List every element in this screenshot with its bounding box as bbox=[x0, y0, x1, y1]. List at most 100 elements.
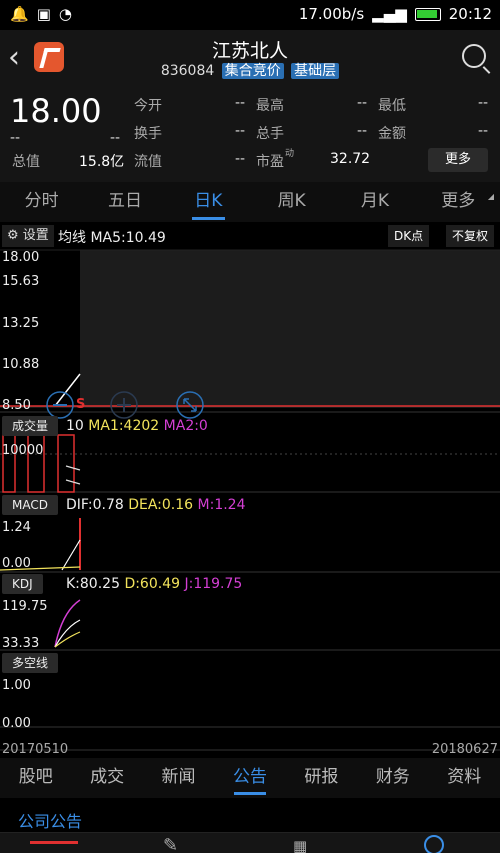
no-adjust-button[interactable]: 不复权 bbox=[446, 225, 495, 247]
status-bar: 🔔 ▣ ◔ 17.00b/s ▂▄▆ 20:12 bbox=[0, 0, 500, 30]
macd-legend: DIF:0.78 DEA:0.16 M:1.24 bbox=[66, 497, 246, 513]
volume-ma2: MA2:0 bbox=[163, 418, 208, 434]
dkx-tick: 1.00 bbox=[2, 678, 31, 693]
dkx-indicator-button[interactable]: 多空线 bbox=[2, 653, 59, 673]
clock: 20:12 bbox=[448, 5, 492, 23]
tab-finance[interactable]: 财务 bbox=[357, 758, 428, 798]
kdj-tick: 119.75 bbox=[2, 599, 48, 614]
dif-line bbox=[61, 539, 81, 571]
date-end: 20180627 bbox=[431, 742, 498, 757]
kdj-j: J:119.75 bbox=[184, 576, 243, 592]
tab-monthly-k[interactable]: 月K bbox=[333, 182, 416, 222]
chart-canvas bbox=[0, 249, 500, 751]
turnover-value: -- bbox=[235, 123, 246, 139]
volume-ma1: MA1:4202 bbox=[88, 418, 160, 434]
macd-dea: DEA:0.16 bbox=[128, 497, 194, 513]
low-label: 最低 bbox=[378, 98, 406, 114]
quote-panel: 18.00 -- -- 今开 -- 最高 -- 最低 -- 换手 -- 总手 -… bbox=[0, 86, 500, 182]
volume-value: -- bbox=[357, 123, 368, 139]
amount-label: 金额 bbox=[378, 126, 406, 142]
volume-ma-line bbox=[65, 465, 81, 485]
kdj-legend: K:80.25 D:60.49 J:119.75 bbox=[66, 576, 242, 592]
macd-tick: 0.00 bbox=[2, 556, 31, 571]
tab-announcements[interactable]: 公告 bbox=[214, 758, 285, 798]
kdj-indicator-button[interactable]: KDJ bbox=[2, 574, 43, 594]
price-tick: 8.50 bbox=[2, 398, 31, 413]
current-price: 18.00 bbox=[10, 92, 102, 130]
tab-trades[interactable]: 成交 bbox=[71, 758, 142, 798]
open-label: 今开 bbox=[134, 98, 162, 114]
dkx-tick: 0.00 bbox=[2, 716, 31, 731]
volume-bar bbox=[57, 434, 75, 493]
battery-icon bbox=[414, 7, 441, 21]
stock-header: ‹ 江苏北人 836084 集合竞价 基础层 bbox=[0, 30, 500, 86]
pe-value: 32.72 bbox=[330, 151, 371, 167]
tab-five-day[interactable]: 五日 bbox=[83, 182, 166, 222]
tab-daily-k[interactable]: 日K bbox=[167, 182, 250, 222]
macd-m: M:1.24 bbox=[197, 497, 246, 513]
quote-more-button[interactable]: 更多 bbox=[428, 148, 488, 172]
settings-button[interactable]: ⚙ 设置 bbox=[2, 225, 54, 247]
change-value: -- bbox=[10, 130, 21, 146]
signal-icon: ▂▄▆ bbox=[372, 5, 407, 23]
price-tick: 10.88 bbox=[2, 357, 40, 372]
date-start: 20170510 bbox=[2, 742, 69, 757]
volume-label: 总手 bbox=[256, 126, 284, 142]
stock-code-line: 836084 集合竞价 基础层 bbox=[0, 60, 500, 80]
float-value: -- bbox=[235, 151, 246, 167]
macd-dif: DIF:0.78 bbox=[66, 497, 124, 513]
kdj-tick: 33.33 bbox=[2, 636, 40, 651]
bottom-toolbar: ✎ ▦ bbox=[0, 832, 500, 853]
gear-icon: ⚙ bbox=[7, 228, 19, 243]
low-value: -- bbox=[478, 95, 489, 111]
macd-indicator-button[interactable]: MACD bbox=[2, 495, 58, 515]
tag-tier: 基础层 bbox=[291, 63, 340, 79]
network-speed: 17.00b/s bbox=[298, 5, 365, 23]
image-icon: ▣ bbox=[36, 5, 51, 23]
total-value: 15.8亿 bbox=[79, 154, 125, 170]
macd-tick: 1.24 bbox=[2, 520, 31, 535]
tab-intraday[interactable]: 分时 bbox=[0, 182, 83, 222]
ma-legend: 均线 MA5:10.49 bbox=[58, 230, 166, 246]
corner-triangle-icon: ◢ bbox=[487, 192, 494, 201]
pe-sup: 动 bbox=[285, 149, 295, 159]
dk-point-button[interactable]: DK点 bbox=[388, 225, 430, 247]
amount-value: -- bbox=[478, 123, 489, 139]
grid-icon[interactable]: ▦ bbox=[293, 839, 307, 853]
volume-indicator-button[interactable]: 成交量 bbox=[2, 416, 59, 436]
tab-profile[interactable]: 资料 bbox=[429, 758, 500, 798]
stock-name: 江苏北人 bbox=[211, 40, 288, 62]
change-percent: -- bbox=[110, 130, 121, 146]
turnover-label: 换手 bbox=[134, 126, 162, 142]
content-tabs: 股吧 成交 新闻 公告 研报 财务 资料 bbox=[0, 758, 500, 798]
kdj-d: D:60.49 bbox=[124, 576, 181, 592]
kline-chart-area: ⚙ 设置 均线 MA5:10.49 DK点 不复权 18.00 15.63 13… bbox=[0, 222, 500, 762]
message-icon: ◔ bbox=[58, 5, 72, 23]
open-value: -- bbox=[235, 95, 246, 111]
price-panel-bg bbox=[80, 250, 500, 406]
edit-icon[interactable]: ✎ bbox=[163, 837, 178, 853]
tab-forum[interactable]: 股吧 bbox=[0, 758, 71, 798]
notification-icon: 🔔 bbox=[10, 5, 29, 23]
announcement-section-title: 公司公告 bbox=[18, 812, 83, 831]
footer-trade-marker bbox=[30, 841, 78, 844]
tab-research[interactable]: 研报 bbox=[286, 758, 357, 798]
stock-code: 836084 bbox=[160, 63, 215, 79]
float-value-label: 流值 bbox=[134, 154, 162, 170]
kdj-k: K:80.25 bbox=[66, 576, 120, 592]
price-tick: 18.00 bbox=[2, 250, 40, 265]
pe-label: 市盈 bbox=[256, 154, 284, 170]
tab-news[interactable]: 新闻 bbox=[143, 758, 214, 798]
tag-auction: 集合竞价 bbox=[221, 63, 284, 79]
period-tabs: 分时 五日 日K 周K 月K 更多 ◢ bbox=[0, 182, 500, 222]
price-tick: 13.25 bbox=[2, 316, 40, 331]
high-value: -- bbox=[357, 95, 368, 111]
search-icon[interactable] bbox=[462, 44, 486, 68]
tab-weekly-k[interactable]: 周K bbox=[250, 182, 333, 222]
high-label: 最高 bbox=[256, 98, 284, 114]
total-value-label: 总值 bbox=[12, 154, 40, 170]
volume-current: 10 bbox=[66, 418, 84, 434]
add-icon[interactable] bbox=[424, 835, 444, 853]
tab-more[interactable]: 更多 ◢ bbox=[417, 182, 500, 222]
settings-label: 设置 bbox=[22, 228, 49, 243]
